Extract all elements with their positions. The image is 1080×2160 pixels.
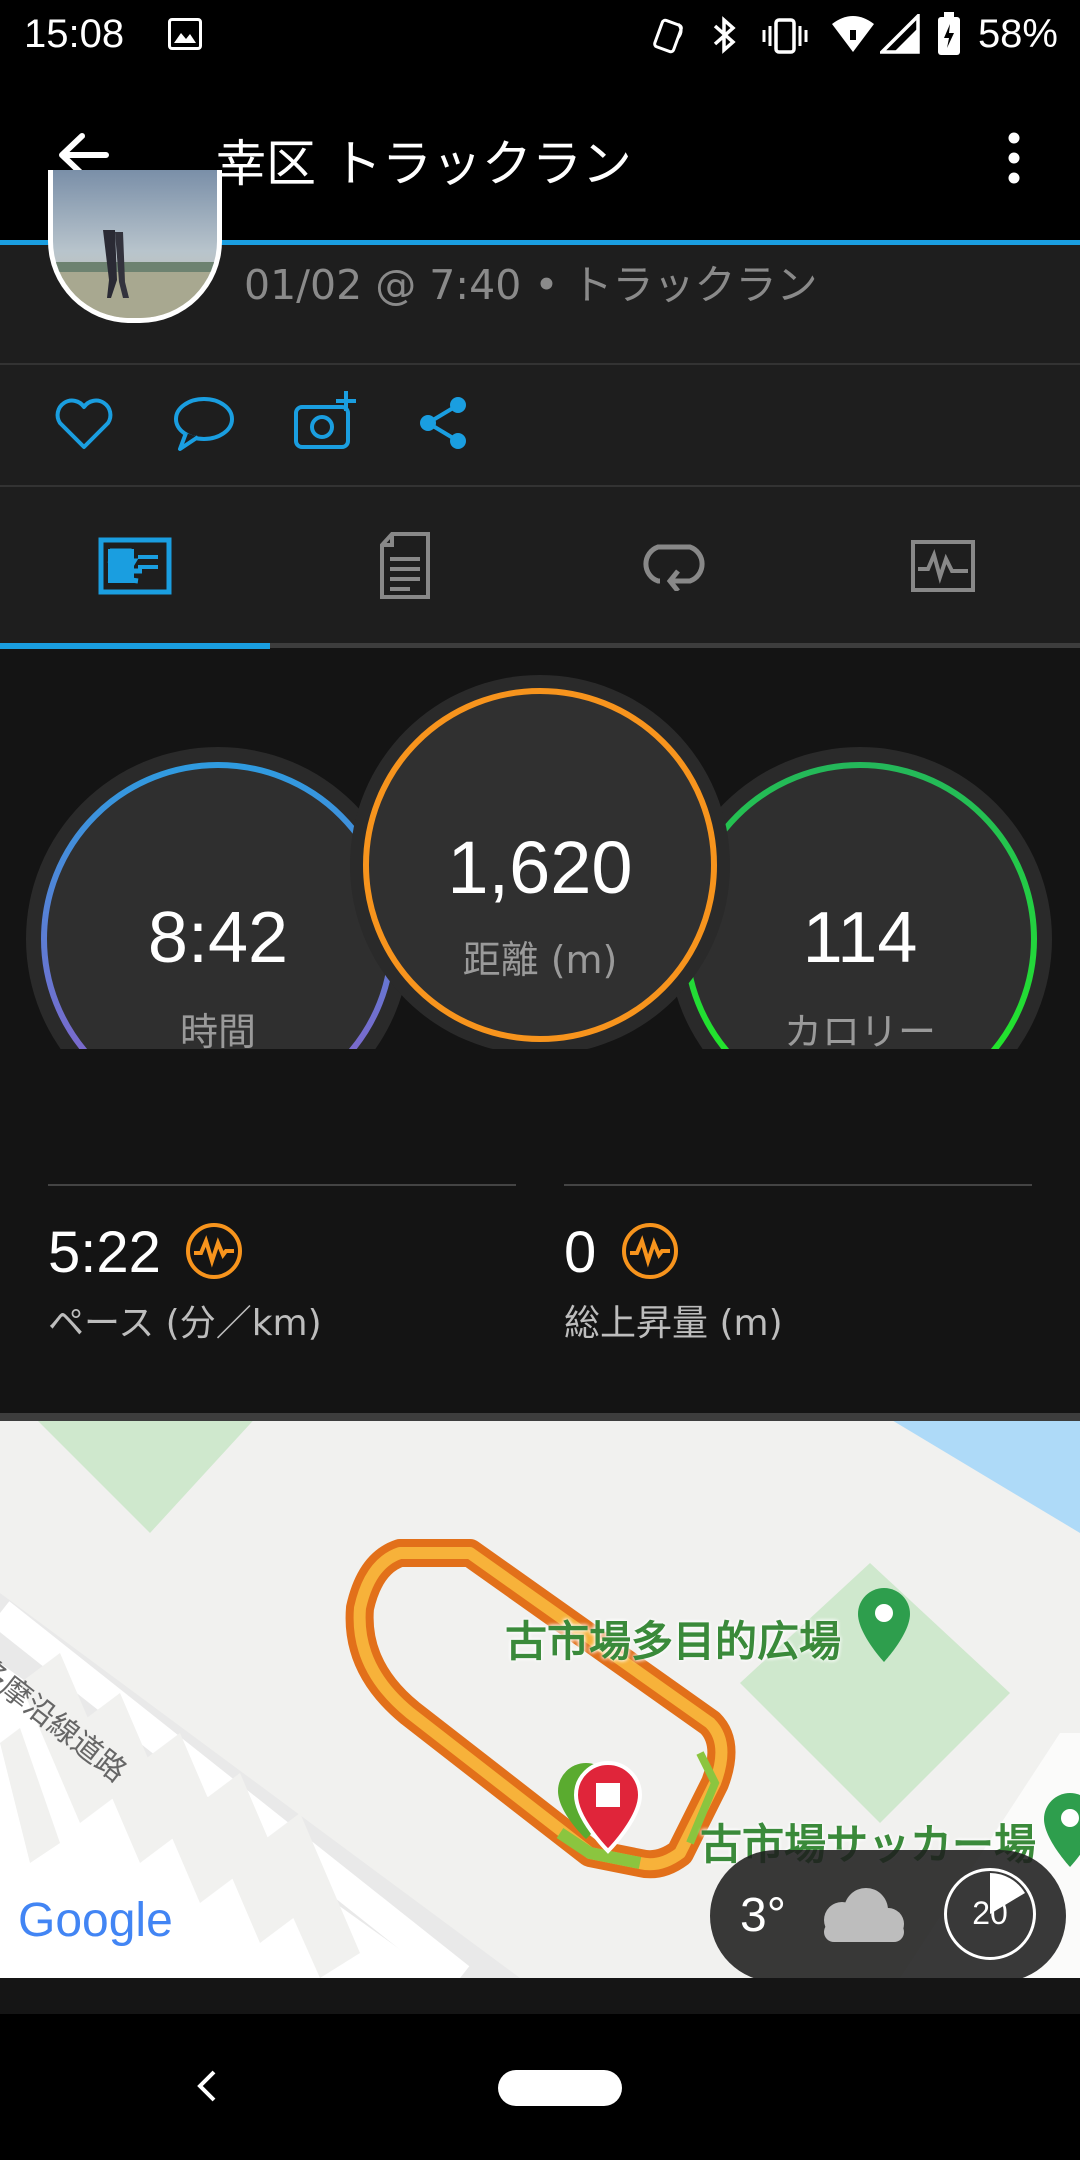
vibrate-icon — [762, 16, 808, 60]
like-heart-icon[interactable] — [54, 395, 114, 455]
nfc-icon — [650, 16, 690, 56]
share-icon[interactable] — [416, 395, 470, 455]
battery-percent: 58% — [977, 12, 1058, 56]
time-value: 8:42 — [147, 898, 289, 978]
action-bar — [0, 365, 1080, 485]
status-bar: 15:08 58% — [0, 0, 1080, 72]
comment-icon[interactable] — [172, 395, 236, 457]
stats-panel: 8:42 時間 1,620 距離 (m) 114 カロリー 5:22 ペース (… — [0, 649, 1080, 1413]
time-label: 時間 — [179, 1010, 256, 1054]
pace-label-row: ペース (分／km) — [48, 1294, 322, 1346]
add-photo-icon[interactable] — [292, 389, 360, 457]
distance-value: 1,620 — [447, 826, 633, 909]
content-bottom — [0, 1978, 1080, 2014]
divider — [48, 1184, 516, 1186]
signal-icon — [877, 11, 920, 58]
activity-subtitle: 01/02 @ 7:40 • トラックラン — [244, 261, 818, 309]
wifi-icon — [830, 14, 876, 58]
temperature: 3° — [740, 1889, 786, 1942]
pace-unit: (分／km) — [165, 1303, 322, 1344]
ascent-unit: (m) — [719, 1303, 783, 1344]
distance-unit: (m) — [550, 938, 618, 982]
tab-details-icon[interactable] — [378, 531, 432, 605]
ascent-label: 総上昇量 — [564, 1303, 709, 1344]
cloud-icon — [814, 1886, 910, 1950]
wind-dial: 20 — [944, 1868, 1036, 1960]
pace-value: 5:22 — [48, 1220, 161, 1285]
battery-icon — [936, 12, 962, 60]
divider — [564, 1184, 1032, 1186]
pace-chart-icon[interactable] — [184, 1221, 244, 1285]
distance-label-row: 距離 (m) — [400, 929, 680, 984]
tab-bar — [0, 487, 1080, 647]
calories-value: 114 — [802, 898, 918, 978]
ascent-label-row: 総上昇量 (m) — [564, 1294, 783, 1346]
divider — [0, 1413, 1080, 1421]
page-title: 幸区 トラックラン — [216, 135, 632, 193]
ascent-chart-icon[interactable] — [620, 1221, 680, 1285]
weather-chip[interactable]: 3° 20 — [710, 1850, 1066, 1982]
tab-laps-icon[interactable] — [638, 541, 710, 595]
place-label-multipurpose-field: 古市場多目的広場 — [505, 1617, 842, 1666]
calories-label: カロリー — [783, 1010, 936, 1054]
tab-overview-icon[interactable] — [98, 537, 172, 601]
nav-back-icon[interactable] — [194, 2068, 218, 2108]
nav-home-pill[interactable] — [498, 2070, 622, 2106]
gallery-icon — [168, 18, 202, 50]
status-time: 15:08 — [24, 12, 125, 56]
tab-charts-icon[interactable] — [910, 539, 976, 597]
ascent-value: 0 — [564, 1220, 597, 1285]
bluetooth-icon — [710, 14, 740, 60]
google-logo: Google — [18, 1894, 173, 1947]
pace-label: ペース — [48, 1303, 155, 1344]
avatar[interactable] — [48, 170, 222, 323]
wind-speed: 20 — [972, 1895, 1008, 1931]
distance-label: 距離 — [462, 938, 539, 982]
more-options-icon[interactable] — [1000, 132, 1028, 188]
system-nav-bar — [0, 2014, 1080, 2160]
